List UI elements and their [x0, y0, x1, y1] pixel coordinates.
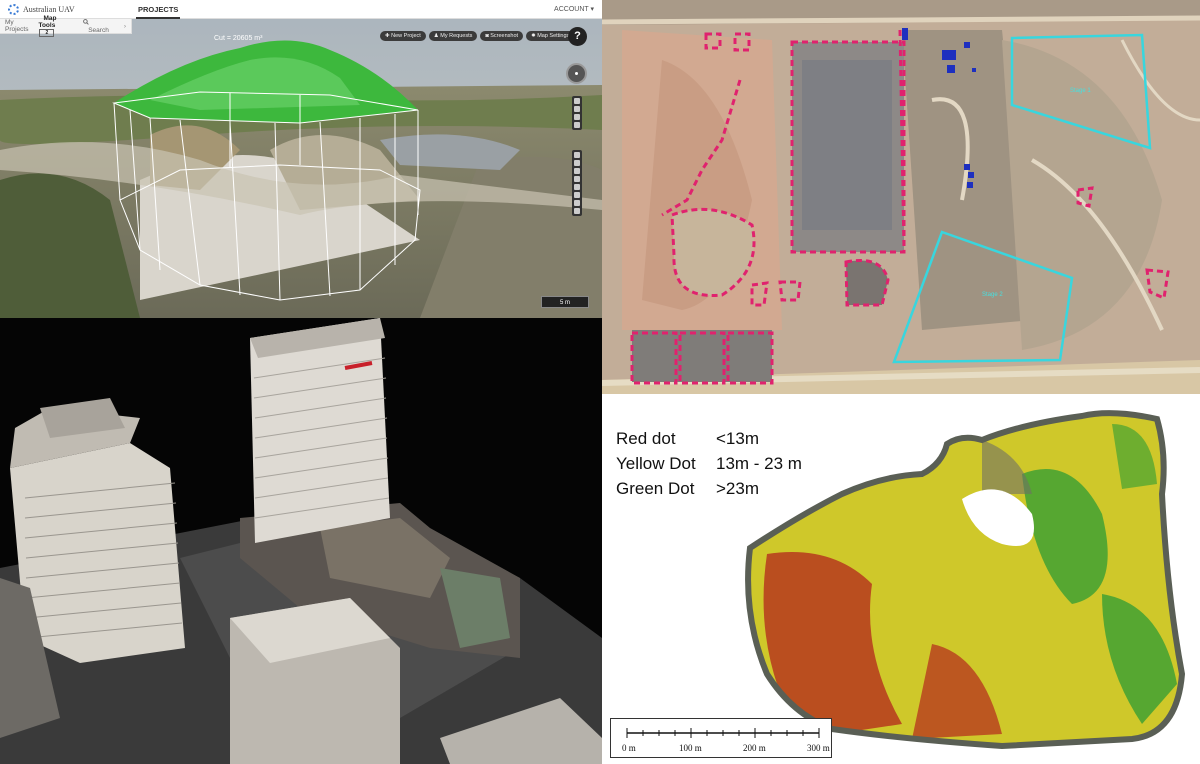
- ruler-icon[interactable]: [574, 160, 580, 166]
- tab-map-tools[interactable]: Map Tools2: [33, 15, 78, 37]
- site-aerial-map: Stage 1 Stage 2: [602, 0, 1200, 394]
- layers-icon[interactable]: [574, 192, 580, 198]
- site-aerial-image[interactable]: [602, 0, 1200, 394]
- volume-viewer-panel: Australian UAV PROJECTS ACCOUNT ▾ My Pro…: [0, 0, 602, 318]
- legend-range: 13m - 23 m: [716, 454, 802, 473]
- map-scale-bar: 0 m 100 m 200 m 300 m: [610, 718, 832, 758]
- scale-tick-label: 0 m: [622, 743, 636, 753]
- help-button[interactable]: ?: [568, 27, 587, 46]
- nav-projects-tab[interactable]: PROJECTS: [136, 0, 181, 19]
- map-scale: 5 m: [541, 296, 589, 308]
- my-requests-label: My Requests: [440, 33, 473, 39]
- zoom-in-icon[interactable]: [574, 98, 580, 104]
- logo-icon: [8, 3, 19, 15]
- brand-logo[interactable]: Australian UAV: [0, 3, 136, 15]
- screenshot-label: Screenshot: [490, 33, 519, 39]
- pin-icon[interactable]: [574, 152, 580, 158]
- screenshot-button[interactable]: ◙ Screenshot: [480, 31, 524, 41]
- app-header: Australian UAV PROJECTS ACCOUNT ▾: [0, 0, 602, 19]
- brand-name: Australian UAV: [23, 4, 75, 14]
- zoom-out-icon[interactable]: [574, 106, 580, 112]
- legend-name: Red dot: [616, 429, 676, 448]
- zone-label-stage-1: Stage 1: [1070, 88, 1091, 94]
- tab-search[interactable]: Search: [78, 18, 119, 34]
- profile-icon[interactable]: [574, 184, 580, 190]
- my-requests-button[interactable]: ♟ My Requests: [428, 31, 478, 41]
- legend-row-yellow: Yellow Dot 13m - 23 m: [616, 451, 802, 476]
- account-menu[interactable]: ACCOUNT ▾: [554, 5, 594, 13]
- legend-row-red: Red dot <13m: [616, 426, 802, 451]
- scale-tick-label: 100 m: [679, 743, 702, 753]
- search-icon: [83, 18, 89, 25]
- volume-icon[interactable]: [574, 176, 580, 182]
- new-project-button[interactable]: ✚ New Project: [380, 31, 426, 41]
- zone-label-stage-2: Stage 2: [982, 292, 1003, 298]
- tab-my-projects[interactable]: My Projects: [0, 19, 33, 33]
- legend-range: <13m: [716, 429, 759, 448]
- edit-icon[interactable]: [574, 200, 580, 206]
- scale-tick-label: 300 m: [807, 743, 830, 753]
- map-toolbar: ✚ New Project ♟ My Requests ◙ Screenshot…: [380, 31, 575, 41]
- scale-bar-line: [626, 728, 820, 738]
- legend-row-green: Green Dot >23m: [616, 476, 802, 501]
- tab-map-tools-label: Map Tools: [38, 15, 57, 29]
- area-icon[interactable]: [574, 168, 580, 174]
- height-legend: Red dot <13m Yellow Dot 13m - 23 m Green D…: [616, 426, 802, 501]
- city-3d-render[interactable]: [0, 318, 602, 764]
- legend-name: Yellow Dot: [616, 454, 696, 473]
- new-project-label: New Project: [391, 33, 421, 39]
- tree-height-map: Red dot <13m Yellow Dot 13m - 23 m Green D…: [602, 394, 1200, 764]
- tool-tabs: My Projects Map Tools2 Search ›: [0, 15, 132, 37]
- chevron-right-icon[interactable]: ›: [119, 23, 131, 30]
- terrain-3d-view[interactable]: [0, 0, 602, 318]
- scale-tick-label: 200 m: [743, 743, 766, 753]
- legend-range: >23m: [716, 479, 759, 498]
- map-settings-label: Map Settings: [537, 33, 570, 39]
- compass-icon[interactable]: [566, 63, 587, 84]
- city-3d-model: [0, 318, 602, 764]
- cut-volume-label: Cut = 20605 m³: [214, 35, 263, 42]
- legend-name: Green Dot: [616, 479, 695, 498]
- tilt-up-icon[interactable]: [574, 114, 580, 120]
- download-icon[interactable]: [574, 208, 580, 214]
- tab-badge: 2: [39, 29, 55, 37]
- tilt-down-icon[interactable]: [574, 122, 580, 128]
- measure-tools: [572, 150, 582, 216]
- zoom-controls: [572, 96, 582, 130]
- tab-search-label: Search: [88, 26, 109, 34]
